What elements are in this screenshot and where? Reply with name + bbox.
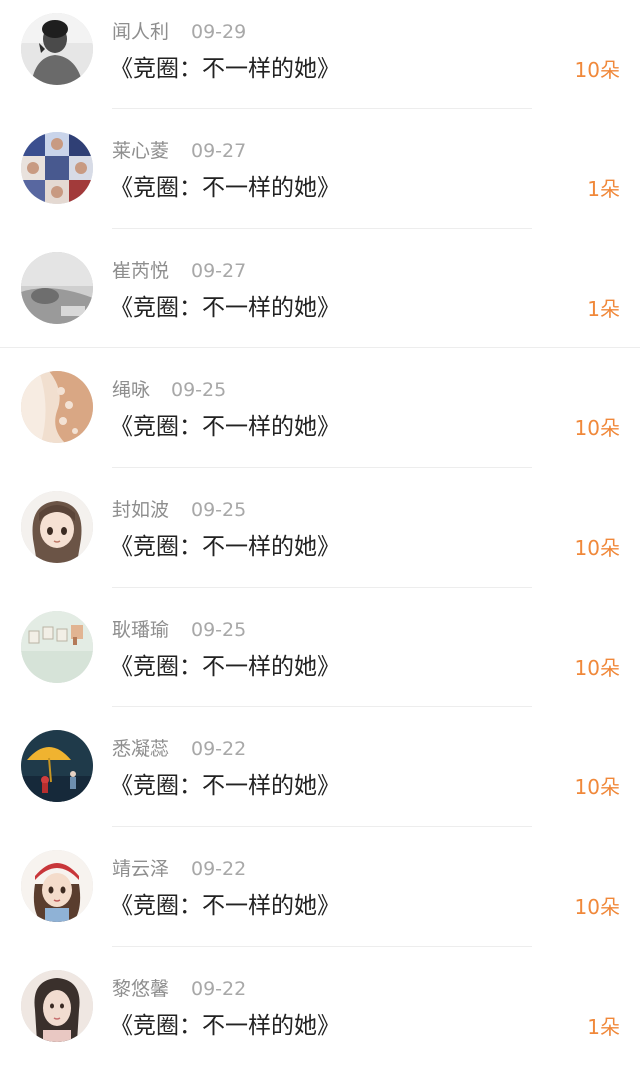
list-item[interactable]: 黎悠馨 09-22 《竞圈：不一样的她》 1朵 xyxy=(0,957,640,1077)
sent-date: 09-25 xyxy=(171,379,227,401)
gift-title: 《竞圈：不一样的她》 xyxy=(110,175,340,201)
gift-title: 《竞圈：不一样的她》 xyxy=(110,56,340,82)
list-item[interactable]: 崔芮悦 09-27 《竞圈：不一样的她》 1朵 xyxy=(0,239,640,359)
gift-title: 《竞圈：不一样的她》 xyxy=(110,295,340,321)
divider xyxy=(112,826,532,827)
woman-portrait-avatar[interactable] xyxy=(21,970,93,1042)
gift-title: 《竞圈：不一样的她》 xyxy=(110,1013,340,1039)
list-item[interactable]: 封如波 09-25 《竞圈：不一样的她》 10朵 xyxy=(0,478,640,598)
list-item[interactable]: 靖云泽 09-22 《竞圈：不一样的她》 10朵 xyxy=(0,837,640,957)
flower-count: 10朵 xyxy=(574,775,620,799)
sent-date: 09-27 xyxy=(191,260,247,282)
list-item[interactable]: 闻人利 09-29 《竞圈：不一样的她》 10朵 xyxy=(0,0,640,120)
divider xyxy=(112,946,532,947)
umbrella-scene-avatar[interactable] xyxy=(21,730,93,802)
letters-still-life-avatar[interactable] xyxy=(21,611,93,683)
gift-title: 《竞圈：不一样的她》 xyxy=(110,414,340,440)
sent-date: 09-27 xyxy=(191,140,247,162)
list-item[interactable]: 莱心菱 09-27 《竞圈：不一样的她》 1朵 xyxy=(0,119,640,239)
gift-title: 《竞圈：不一样的她》 xyxy=(110,893,340,919)
flower-count: 1朵 xyxy=(587,177,620,201)
flower-count: 10朵 xyxy=(574,58,620,82)
divider xyxy=(0,347,640,348)
sent-date: 09-25 xyxy=(191,499,247,521)
sent-date: 09-22 xyxy=(191,978,247,1000)
flower-count: 10朵 xyxy=(574,656,620,680)
sender-name: 靖云泽 xyxy=(112,858,170,880)
gift-title: 《竞圈：不一样的她》 xyxy=(110,654,340,680)
flower-count: 10朵 xyxy=(574,536,620,560)
sender-name: 封如波 xyxy=(112,499,170,521)
sent-date: 09-22 xyxy=(191,738,247,760)
flower-count: 10朵 xyxy=(574,895,620,919)
sent-date: 09-25 xyxy=(191,619,247,641)
divider xyxy=(112,706,532,707)
list-item[interactable]: 耿璠瑜 09-25 《竞圈：不一样的她》 10朵 xyxy=(0,598,640,718)
flower-count: 1朵 xyxy=(587,1015,620,1039)
sender-name: 闻人利 xyxy=(112,21,170,43)
sender-name: 莱心菱 xyxy=(112,140,170,162)
list-item[interactable]: 悉凝蕊 09-22 《竞圈：不一样的她》 10朵 xyxy=(0,717,640,837)
divider xyxy=(112,108,532,109)
divider xyxy=(112,467,532,468)
gray-sketch-avatar[interactable] xyxy=(21,252,93,324)
sender-name: 悉凝蕊 xyxy=(112,738,170,760)
sender-name: 绳咏 xyxy=(112,379,151,401)
divider xyxy=(112,587,532,588)
divider xyxy=(112,228,532,229)
flower-count: 10朵 xyxy=(574,416,620,440)
sender-name: 崔芮悦 xyxy=(112,260,170,282)
sender-name: 耿璠瑜 xyxy=(112,619,170,641)
flower-count: 1朵 xyxy=(587,297,620,321)
list-item[interactable]: 绳咏 09-25 《竞圈：不一样的她》 10朵 xyxy=(0,358,640,478)
cartoon-girl-red-hat-avatar[interactable] xyxy=(21,850,93,922)
gift-record-list: 闻人利 09-29 《竞圈：不一样的她》 10朵 莱心菱 09-27 《竞圈：不… xyxy=(0,0,640,1064)
sent-date: 09-22 xyxy=(191,858,247,880)
gift-title: 《竞圈：不一样的她》 xyxy=(110,773,340,799)
lace-fabric-avatar[interactable] xyxy=(21,371,93,443)
sender-name: 黎悠馨 xyxy=(112,978,170,1000)
anime-girl-avatar[interactable] xyxy=(21,491,93,563)
gift-title: 《竞圈：不一样的她》 xyxy=(110,534,340,560)
sent-date: 09-29 xyxy=(191,21,247,43)
man-portrait-bw-avatar[interactable] xyxy=(21,13,93,85)
group-collage-avatar[interactable] xyxy=(21,132,93,204)
